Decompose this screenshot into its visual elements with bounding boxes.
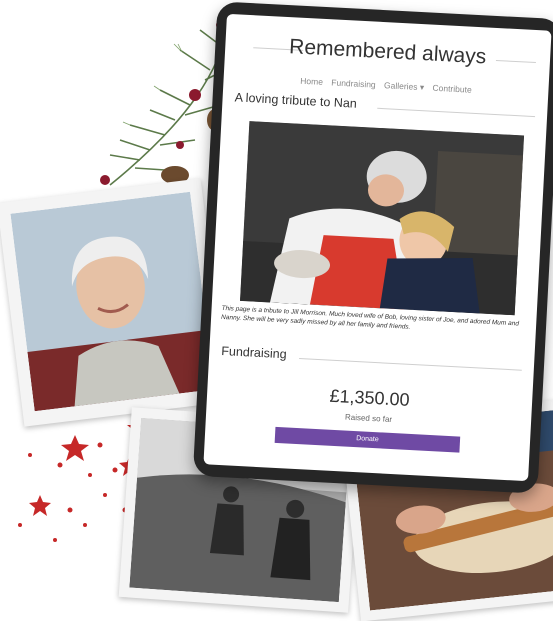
nav-item-contribute[interactable]: Contribute <box>432 83 472 95</box>
site-title: Remembered always <box>288 35 487 69</box>
fundraising-heading: Fundraising <box>221 343 287 362</box>
nav-item-home[interactable]: Home <box>300 76 323 87</box>
tablet-device: Remembered always Home Fundraising Galle… <box>192 1 553 494</box>
nav-item-galleries[interactable]: Galleries ▾ <box>384 80 425 92</box>
donate-button[interactable]: Donate <box>274 426 461 453</box>
fundraising-rule <box>299 358 522 371</box>
tribute-heading: A loving tribute to Nan <box>234 90 358 111</box>
tablet-screen: Remembered always Home Fundraising Galle… <box>203 13 552 482</box>
portrait-photo <box>0 178 228 427</box>
hero-photo <box>240 121 525 316</box>
tribute-rule <box>377 107 536 118</box>
nav-item-fundraising[interactable]: Fundraising <box>331 77 376 89</box>
